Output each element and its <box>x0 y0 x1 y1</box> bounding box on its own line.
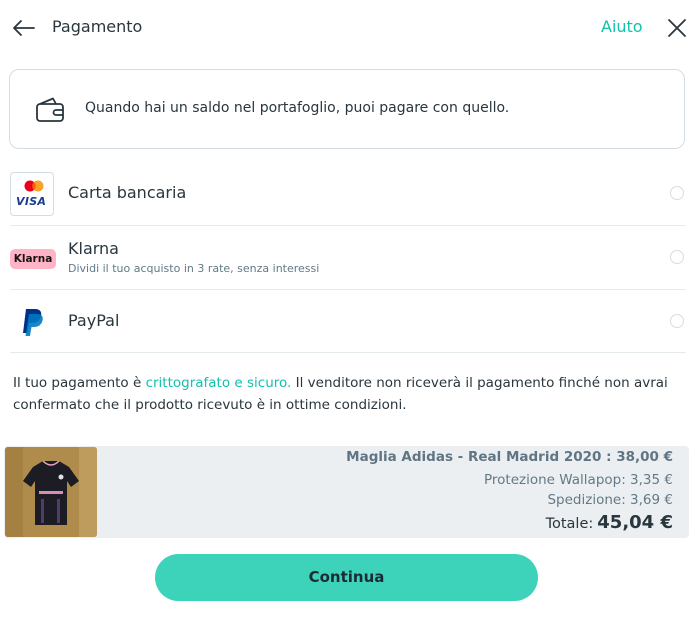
product-image <box>5 447 97 537</box>
wallet-info-box: Quando hai un saldo nel portafoglio, puo… <box>9 69 685 149</box>
summary-protection-fee: Protezione Wallapop: 3,35 € <box>484 472 673 488</box>
secure-payment-link[interactable]: crittografato e sicuro. <box>146 375 292 391</box>
close-icon[interactable] <box>664 15 690 41</box>
total-label: Totale: <box>545 516 594 532</box>
klarna-logo: Klarna <box>10 249 56 269</box>
radio-button[interactable] <box>670 186 684 200</box>
header-bar: Pagamento Aiuto <box>0 0 696 56</box>
payment-method-klarna[interactable]: Klarna Klarna Dividi il tuo acquisto in … <box>10 226 686 289</box>
payment-method-paypal[interactable]: PayPal <box>10 290 686 352</box>
total-value: 45,04 € <box>597 512 673 533</box>
divider <box>10 352 686 353</box>
payment-method-label: Klarna <box>68 239 119 258</box>
payment-method-card[interactable]: VISA Carta bancaria <box>10 165 686 225</box>
visa-mastercard-logo: VISA <box>10 172 54 216</box>
radio-button[interactable] <box>670 250 684 264</box>
secure-payment-note: Il tuo pagamento è crittografato e sicur… <box>13 372 683 416</box>
continue-button[interactable]: Continua <box>155 554 538 601</box>
radio-button[interactable] <box>670 314 684 328</box>
wallet-message: Quando hai un saldo nel portafoglio, puo… <box>85 100 510 116</box>
paypal-icon <box>20 307 44 337</box>
summary-shipping-fee: Spedizione: 3,69 € <box>547 492 673 508</box>
payment-method-subtitle: Dividi il tuo acquisto in 3 rate, senza … <box>68 262 320 275</box>
summary-total: Totale: 45,04 € <box>546 512 673 533</box>
order-summary: Maglia Adidas - Real Madrid 2020 : 38,00… <box>4 446 689 538</box>
back-arrow-icon[interactable] <box>10 14 38 42</box>
payment-method-label: PayPal <box>68 311 120 330</box>
page-title: Pagamento <box>52 17 143 36</box>
wallet-icon <box>35 96 65 124</box>
secure-note-prefix: Il tuo pagamento è <box>13 375 146 391</box>
summary-item-price: Maglia Adidas - Real Madrid 2020 : 38,00… <box>346 449 673 465</box>
payment-method-label: Carta bancaria <box>68 183 187 202</box>
help-link[interactable]: Aiuto <box>601 17 643 36</box>
